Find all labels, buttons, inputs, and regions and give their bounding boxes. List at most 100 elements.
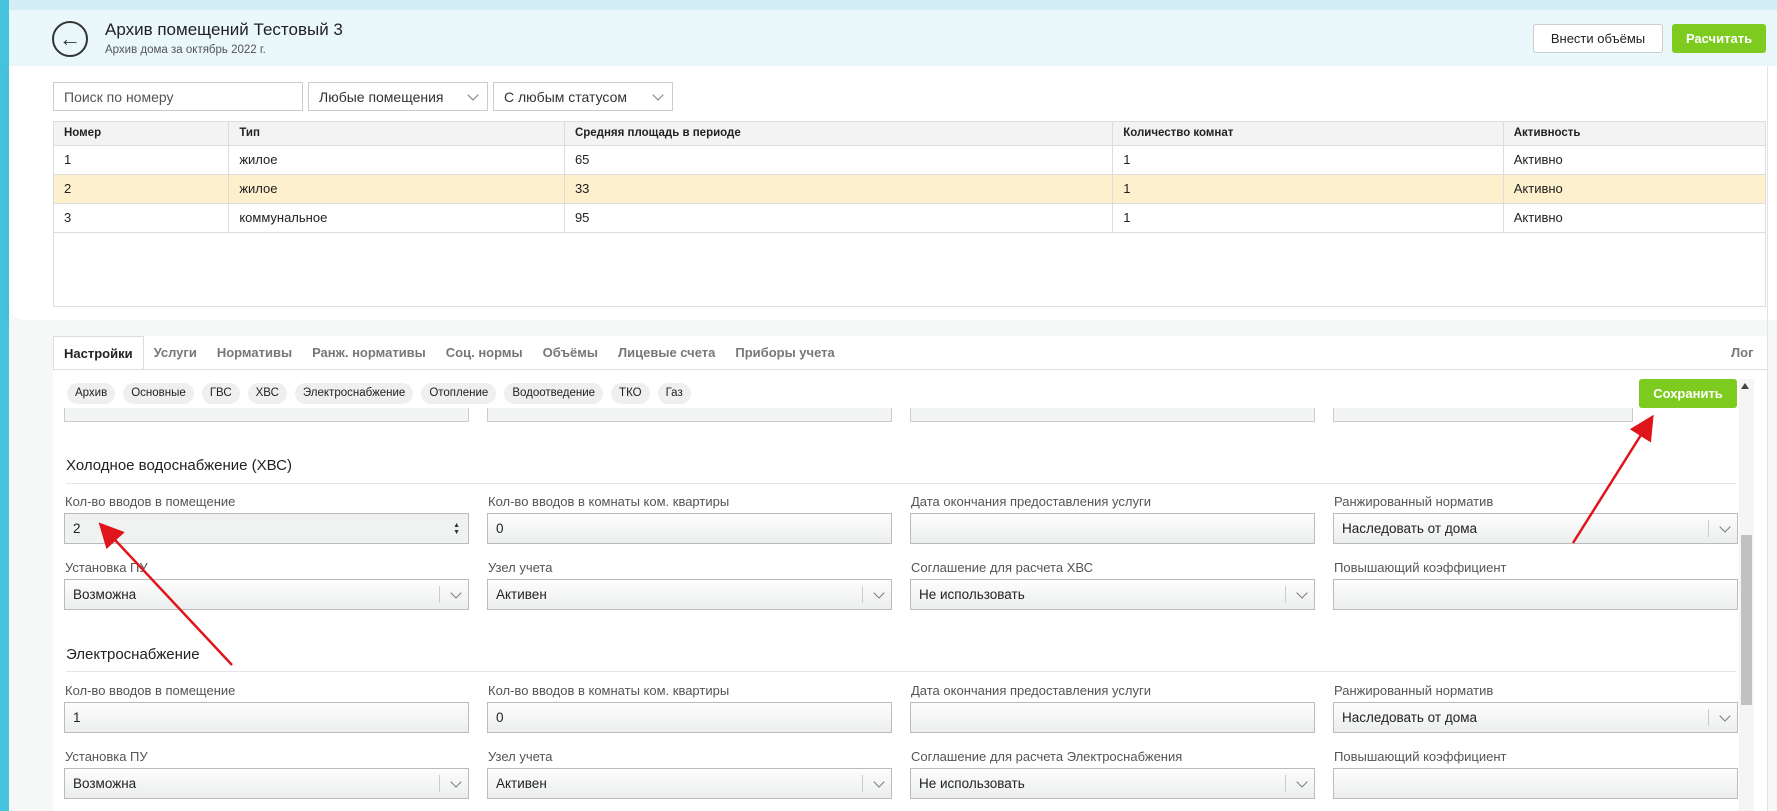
column-header-rooms[interactable]: Количество комнат bbox=[1112, 122, 1504, 146]
chip-cold-water[interactable]: ХВС bbox=[247, 383, 287, 404]
meter-install-select[interactable]: Возможна bbox=[64, 579, 469, 610]
field-label: Повышающий коэффициент bbox=[1334, 560, 1507, 575]
column-header-number[interactable]: Номер bbox=[54, 122, 230, 146]
ranked-norm-select[interactable]: Наследовать от дома bbox=[1333, 513, 1738, 544]
top-accent-bar bbox=[9, 0, 1777, 10]
chip-gas[interactable]: Газ bbox=[657, 383, 691, 404]
chip-electricity[interactable]: Электроснабжение bbox=[294, 383, 414, 404]
tab-log[interactable]: Лог bbox=[1731, 336, 1753, 369]
header: ← Архив помещений Тестовый 3 Архив дома … bbox=[9, 10, 1777, 66]
column-header-area[interactable]: Средняя площадь в периоде bbox=[564, 122, 1114, 146]
ranked-norm-select[interactable]: Наследовать от дома bbox=[1333, 702, 1738, 733]
table-cell: жилое bbox=[228, 174, 565, 204]
tab-ranked-norms[interactable]: Ранж. нормативы bbox=[302, 336, 436, 369]
chip-waste[interactable]: ТКО bbox=[611, 383, 650, 404]
enter-volumes-button[interactable]: Внести объёмы bbox=[1533, 24, 1663, 53]
inputs-count-field[interactable]: 1 bbox=[64, 702, 469, 733]
agreement-select[interactable]: Не использовать bbox=[910, 768, 1315, 799]
table-cell: Активно bbox=[1503, 203, 1765, 233]
right-divider bbox=[1767, 66, 1768, 811]
field-value: 2 bbox=[73, 521, 81, 536]
tab-settings[interactable]: Настройки bbox=[53, 336, 144, 369]
chip-main[interactable]: Основные bbox=[123, 383, 194, 404]
tab-volumes[interactable]: Объёмы bbox=[533, 336, 608, 369]
tab-norms[interactable]: Нормативы bbox=[207, 336, 302, 369]
tab-accounts[interactable]: Лицевые счета bbox=[608, 336, 725, 369]
section-title-cold-water: Холодное водоснабжение (ХВС) bbox=[66, 457, 293, 474]
chip-archive[interactable]: Архив bbox=[67, 383, 116, 404]
field-label: Дата окончания предоставления услуги bbox=[911, 494, 1151, 509]
page-subtitle: Архив дома за октябрь 2022 г. bbox=[105, 44, 266, 56]
service-end-date-field[interactable] bbox=[910, 702, 1315, 733]
field-value: Активен bbox=[496, 587, 547, 602]
room-type-value: Любые помещения bbox=[319, 88, 444, 105]
field-label: Кол-во вводов в помещение bbox=[65, 494, 236, 509]
table-cell: жилое bbox=[228, 145, 565, 175]
room-type-select[interactable]: Любые помещения bbox=[308, 82, 488, 111]
scrolled-field[interactable] bbox=[910, 408, 1315, 422]
section-chips: Архив Основные ГВС ХВС Электроснабжение … bbox=[67, 383, 691, 404]
chevron-down-icon bbox=[1719, 709, 1731, 722]
table-cell: коммунальное bbox=[228, 203, 565, 233]
field-value: Наследовать от дома bbox=[1342, 521, 1477, 536]
field-value: Не использовать bbox=[919, 587, 1025, 602]
field-label: Ранжированный норматив bbox=[1334, 494, 1494, 509]
metering-node-select[interactable]: Активен bbox=[487, 579, 892, 610]
field-value: 1 bbox=[73, 710, 81, 725]
agreement-select[interactable]: Не использовать bbox=[910, 579, 1315, 610]
field-value: Наследовать от дома bbox=[1342, 710, 1477, 725]
rooms-table: Номер Тип Средняя площадь в периоде Коли… bbox=[53, 121, 1766, 307]
calculate-button[interactable]: Расчитать bbox=[1672, 24, 1766, 53]
chevron-down-icon bbox=[652, 88, 664, 101]
tab-social-norms[interactable]: Соц. нормы bbox=[436, 336, 533, 369]
table-cell: 3 bbox=[54, 203, 230, 233]
search-input[interactable] bbox=[53, 82, 303, 111]
status-select[interactable]: С любым статусом bbox=[493, 82, 673, 111]
scrolled-field[interactable] bbox=[487, 408, 892, 422]
table-cell: Активно bbox=[1503, 145, 1765, 175]
inputs-count-stepper[interactable]: 2 ▲ ▼ bbox=[64, 513, 469, 544]
table-cell: 95 bbox=[564, 203, 1114, 233]
field-value: Активен bbox=[496, 776, 547, 791]
table-row[interactable]: 2 жилое 33 1 Активно bbox=[54, 174, 1765, 204]
room-inputs-field[interactable]: 0 bbox=[487, 513, 892, 544]
meter-install-select[interactable]: Возможна bbox=[64, 768, 469, 799]
field-value: 0 bbox=[496, 521, 504, 536]
chevron-down-icon bbox=[467, 88, 479, 101]
column-header-type[interactable]: Тип bbox=[228, 122, 565, 146]
field-label: Соглашение для расчета Электроснабжения bbox=[911, 749, 1183, 764]
room-inputs-field[interactable]: 0 bbox=[487, 702, 892, 733]
save-button[interactable]: Сохранить bbox=[1639, 379, 1737, 408]
table-cell: 1 bbox=[1112, 203, 1504, 233]
stepper-arrows-icon[interactable]: ▲ ▼ bbox=[453, 522, 460, 536]
chip-hot-water[interactable]: ГВС bbox=[201, 383, 240, 404]
scrollbar-thumb[interactable] bbox=[1741, 535, 1752, 705]
scroll-up-icon[interactable] bbox=[1741, 383, 1749, 389]
table-header-row: Номер Тип Средняя площадь в периоде Коли… bbox=[54, 122, 1765, 146]
table-row[interactable]: 1 жилое 65 1 Активно bbox=[54, 145, 1765, 175]
tab-services[interactable]: Услуги bbox=[144, 336, 207, 369]
field-value: Возможна bbox=[73, 776, 137, 791]
scrolled-field[interactable] bbox=[64, 408, 469, 422]
back-button[interactable]: ← bbox=[52, 21, 88, 57]
tab-meters[interactable]: Приборы учета bbox=[725, 336, 844, 369]
settings-tabs: Настройки Услуги Нормативы Ранж. нормати… bbox=[53, 336, 845, 369]
field-label: Дата окончания предоставления услуги bbox=[911, 683, 1151, 698]
service-end-date-field[interactable] bbox=[910, 513, 1315, 544]
field-label: Ранжированный норматив bbox=[1334, 683, 1494, 698]
table-cell: 2 bbox=[54, 174, 230, 204]
chip-heating[interactable]: Отопление bbox=[421, 383, 497, 404]
multiplier-field[interactable] bbox=[1333, 768, 1738, 799]
scrolled-field[interactable] bbox=[1333, 408, 1633, 422]
status-value: С любым статусом bbox=[504, 88, 627, 105]
chip-drainage[interactable]: Водоотведение bbox=[504, 383, 604, 404]
metering-node-select[interactable]: Активен bbox=[487, 768, 892, 799]
section-divider bbox=[66, 671, 1736, 672]
table-row[interactable]: 3 коммунальное 95 1 Активно bbox=[54, 203, 1765, 233]
column-header-activity[interactable]: Активность bbox=[1503, 122, 1765, 146]
field-label: Установка ПУ bbox=[65, 560, 148, 575]
multiplier-field[interactable] bbox=[1333, 579, 1738, 610]
chevron-down-icon bbox=[450, 586, 462, 599]
settings-content: Архив Основные ГВС ХВС Электроснабжение … bbox=[53, 370, 1739, 811]
field-value: Возможна bbox=[73, 587, 137, 602]
